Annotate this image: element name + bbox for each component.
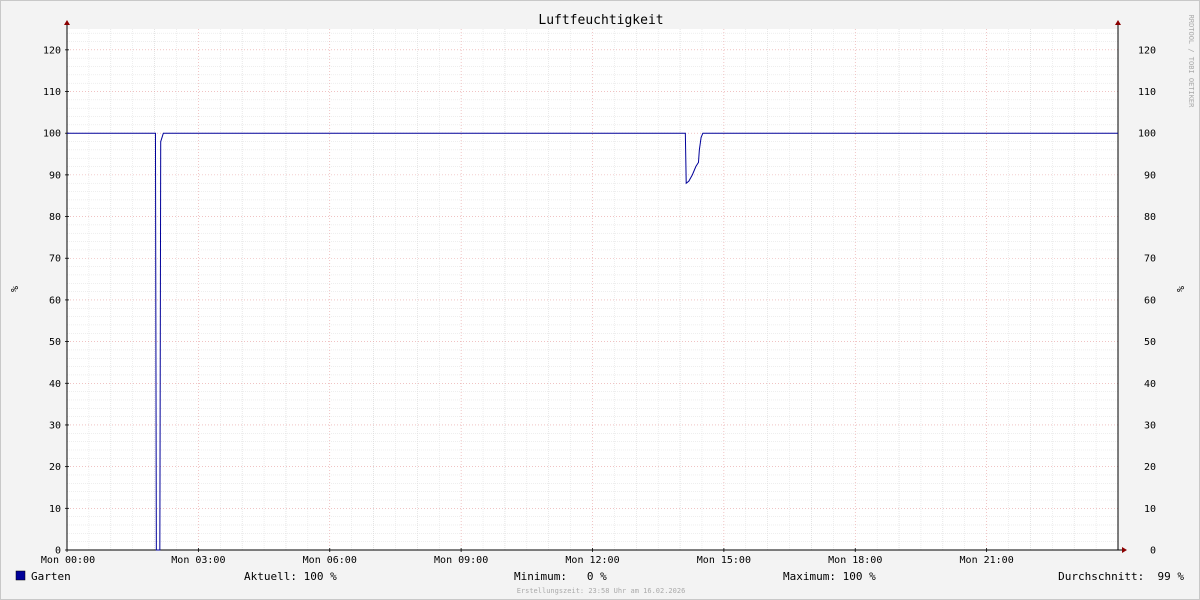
y-tick-label-right: 40	[1144, 379, 1156, 390]
y-tick-label-left: 90	[49, 170, 61, 181]
legend-swatch-garten	[15, 570, 26, 581]
watermark: RRDTOOL / TOBI OETIKER	[1187, 15, 1195, 109]
x-tick-label: Mon 06:00	[303, 555, 357, 566]
y-tick-label-right: 50	[1144, 337, 1156, 348]
x-tick-label: Mon 18:00	[828, 555, 882, 566]
y-tick-label-left: 120	[43, 45, 61, 56]
chart-svg: 0 10 20 30 40 50 60 70 80 90 100 110 120 0 10 20 30 40 50…	[8, 13, 1195, 595]
y-axis-arrow-left	[64, 20, 70, 25]
y-tick-label-right: 100	[1138, 129, 1156, 140]
y-tick-label-left: 110	[43, 87, 61, 98]
y-axis-label-right: %	[1174, 286, 1185, 292]
y-tick-label-left: 20	[49, 462, 61, 473]
x-tick-label: Mon 09:00	[434, 555, 488, 566]
y-tick-label-right: 120	[1138, 45, 1156, 56]
y-tick-label-right: 0	[1150, 546, 1156, 557]
y-axis-label-left: %	[8, 286, 19, 292]
y-tick-label-right: 110	[1138, 87, 1156, 98]
legend-durchschnitt: Durchschnitt: 99 %	[1058, 570, 1184, 583]
y-tick-label-left: 50	[49, 337, 61, 348]
y-ticks-left: 0102030405060708090100110120	[43, 45, 61, 556]
y-tick-label-right: 30	[1144, 420, 1156, 431]
x-tick-label: Mon 15:00	[697, 555, 751, 566]
y-tick-label-left: 80	[49, 212, 61, 223]
x-ticks: Mon 00:00 Mon 03:00 Mon 06:00 Mon 09:00 Mon …	[41, 555, 1014, 566]
y-tick-label-right: 60	[1144, 295, 1156, 306]
x-tick-label: Mon 12:00	[565, 555, 619, 566]
y-tick-label-right: 20	[1144, 462, 1156, 473]
y-tick-label-right: 10	[1144, 504, 1156, 515]
x-tick-label: Mon 21:00	[960, 555, 1014, 566]
y-axis-arrow-right	[1115, 20, 1121, 25]
x-axis-arrow	[1122, 547, 1127, 553]
y-tick-label-right: 70	[1144, 254, 1156, 265]
chart-frame: 0 10 20 30 40 50 60 70 80 90 100 110 120 0 10 20 30 40 50…	[0, 0, 1200, 600]
y-tick-label-left: 100	[43, 129, 61, 140]
chart-title: Luftfeuchtigkeit	[538, 13, 663, 28]
x-tick-label: Mon 03:00	[171, 555, 225, 566]
legend-maximum: Maximum: 100 %	[783, 570, 876, 583]
y-tick-label-left: 40	[49, 379, 61, 390]
y-tick-label-left: 70	[49, 254, 61, 265]
footer-timestamp: Erstellungszeit: 23:58 Uhr am 16.02.2026	[517, 587, 686, 595]
x-tick-label: Mon 00:00	[41, 555, 95, 566]
legend-aktuell: Aktuell: 100 %	[244, 570, 337, 583]
y-tick-label-left: 30	[49, 420, 61, 431]
y-ticks-right: 0 10 20 30 40 50 60 70 80 90 100 110 120	[1138, 45, 1156, 556]
y-tick-label-left: 60	[49, 295, 61, 306]
y-tick-label-right: 80	[1144, 212, 1156, 223]
y-tick-label-left: 10	[49, 504, 61, 515]
legend-minimum: Minimum: 0 %	[514, 570, 607, 583]
legend-series-label: Garten	[31, 570, 71, 583]
y-tick-label-right: 90	[1144, 170, 1156, 181]
